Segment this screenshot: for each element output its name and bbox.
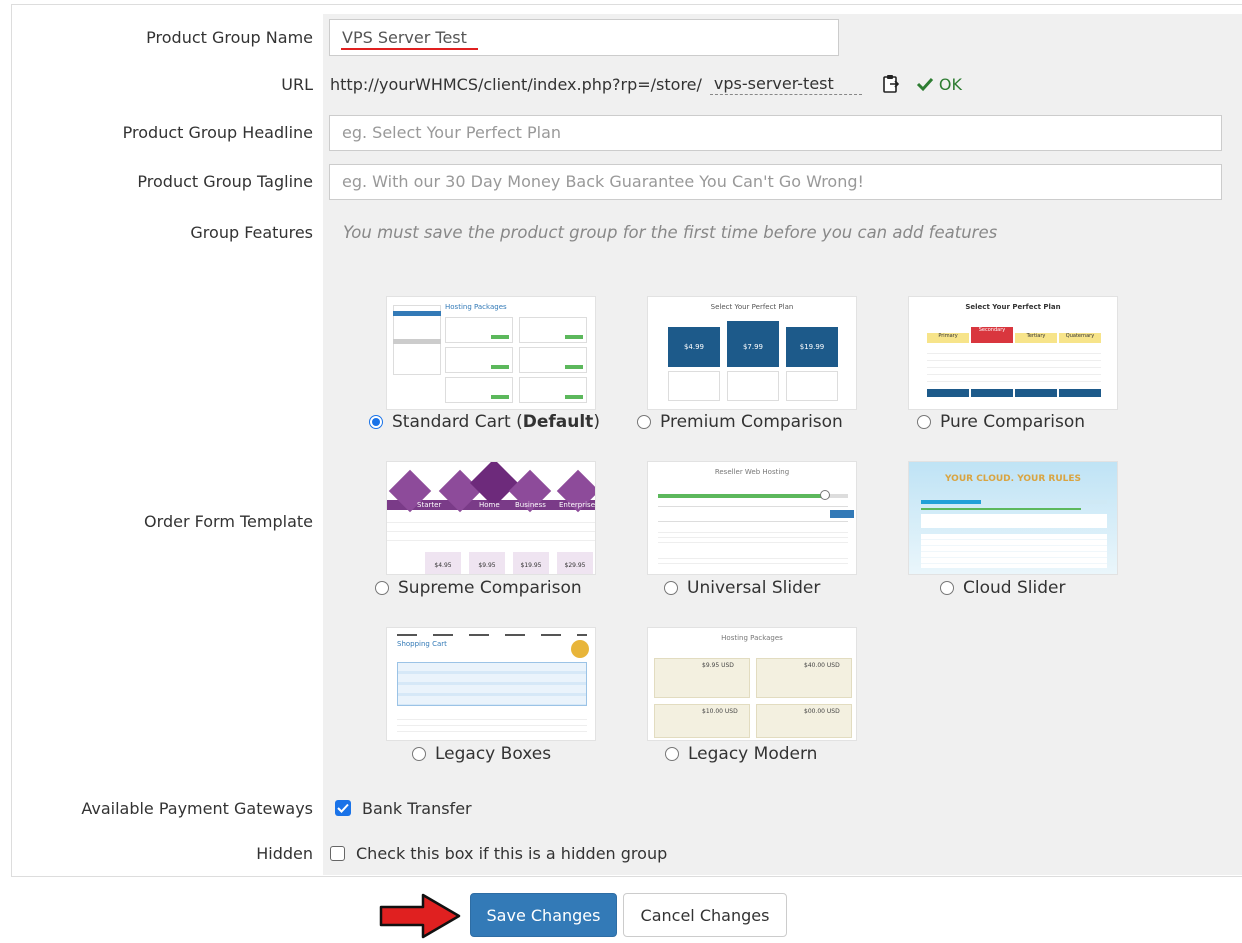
url-label: URL [12, 60, 313, 108]
thumb-standard-title: Hosting Packages [445, 303, 507, 311]
url-slug-input[interactable]: vps-server-test [709, 74, 862, 95]
thumb-supreme-price-4: $29.95 [557, 552, 593, 574]
option-suffix: ) [593, 412, 600, 432]
red-arrow-icon [379, 893, 463, 943]
url-prefix: http://yourWHMCS/client/index.php?rp=/st… [330, 74, 702, 94]
cancel-changes-button[interactable]: Cancel Changes [623, 893, 787, 937]
radio-icon[interactable] [375, 581, 389, 595]
clipboard-icon[interactable] [882, 74, 900, 94]
option-label: Cloud Slider [963, 578, 1066, 598]
group-name-value: VPS Server Test [342, 27, 467, 47]
thumb-premium-title: Select Your Perfect Plan [710, 303, 794, 311]
template-label: Order Form Template [12, 258, 313, 785]
radio-icon[interactable] [917, 415, 931, 429]
group-name-input[interactable]: VPS Server Test [329, 18, 839, 56]
radio-icon[interactable] [637, 415, 651, 429]
option-label: Premium Comparison [660, 412, 843, 432]
save-changes-button[interactable]: Save Changes [470, 893, 617, 937]
template-option-cloud-slider[interactable]: Cloud Slider [940, 578, 1065, 598]
radio-icon[interactable] [664, 581, 678, 595]
thumb-legacy-modern-price-4: $00.00 USD [804, 708, 840, 715]
thumb-pure-plan-3: Tertiary [1015, 333, 1057, 343]
template-option-legacy-modern[interactable]: Legacy Modern [665, 744, 817, 764]
template-option-supreme-comparison[interactable]: Supreme Comparison [375, 578, 582, 598]
headline-cell: eg. Select Your Perfect Plan [323, 108, 1242, 157]
thumb-pure-title: Select Your Perfect Plan [965, 303, 1061, 311]
option-default-tag: Default [522, 412, 594, 432]
template-option-pure-comparison[interactable]: Pure Comparison [917, 412, 1085, 432]
radio-icon[interactable] [412, 747, 426, 761]
template-thumb-standard-cart[interactable]: Hosting Packages [386, 296, 596, 410]
features-label: Group Features [12, 206, 313, 258]
thumb-cloud-title: YOUR CLOUD. YOUR RULES [944, 474, 1082, 484]
thumb-legacy-modern-price-3: $10.00 USD [702, 708, 738, 715]
radio-icon[interactable] [940, 581, 954, 595]
thumb-supreme-price-3: $19.95 [513, 552, 549, 574]
group-name-label: Product Group Name [12, 14, 313, 60]
tagline-placeholder: eg. With our 30 Day Money Back Guarantee… [342, 172, 864, 191]
gateways-label: Available Payment Gateways [12, 785, 313, 831]
tagline-label: Product Group Tagline [12, 157, 313, 206]
thumb-premium-price-1: $4.99 [683, 343, 705, 351]
template-option-legacy-boxes[interactable]: Legacy Boxes [412, 744, 551, 764]
template-thumb-cloud-slider[interactable]: YOUR CLOUD. YOUR RULES [908, 461, 1118, 575]
thumb-legacy-modern-price-2: $40.00 USD [804, 662, 840, 669]
checkmark-icon [916, 76, 934, 92]
gateways-cell: Bank Transfer [323, 785, 1242, 831]
hidden-checkbox[interactable] [330, 845, 345, 861]
url-status: OK [938, 74, 962, 94]
template-thumb-supreme-comparison[interactable]: Starter Home Business Enterprise $4.95 $… [386, 461, 596, 575]
template-cell: Hosting Packages Select Your Perfect Pla… [323, 258, 1242, 785]
url-cell: http://yourWHMCS/client/index.php?rp=/st… [323, 60, 1242, 108]
option-label: Standard Cart ( [392, 412, 523, 432]
headline-input[interactable]: eg. Select Your Perfect Plan [329, 114, 1222, 151]
headline-label: Product Group Headline [12, 108, 313, 157]
template-thumb-legacy-modern[interactable]: Hosting Packages $9.95 USD $40.00 USD $1… [647, 627, 857, 741]
thumb-premium-price-3: $19.99 [799, 343, 825, 351]
annotation-underline [341, 47, 478, 50]
hidden-label: Hidden [12, 831, 313, 875]
radio-selected-icon[interactable] [369, 415, 383, 429]
template-option-premium-comparison[interactable]: Premium Comparison [637, 412, 843, 432]
thumb-universal-title: Reseller Web Hosting [714, 468, 790, 476]
thumb-legacy-modern-title: Hosting Packages [721, 634, 783, 642]
hidden-cell: Check this box if this is a hidden group [323, 831, 1242, 875]
bank-transfer-label: Bank Transfer [362, 798, 472, 818]
radio-icon[interactable] [665, 747, 679, 761]
thumb-supreme-price-1: $4.95 [425, 552, 461, 574]
thumb-supreme-plan-1: Starter [417, 501, 442, 509]
thumb-supreme-plan-3: Business [515, 501, 546, 509]
template-thumb-pure-comparison[interactable]: Select Your Perfect Plan Primary Seconda… [908, 296, 1118, 410]
template-thumb-universal-slider[interactable]: Reseller Web Hosting [647, 461, 857, 575]
option-label: Pure Comparison [940, 412, 1085, 432]
template-option-standard-cart[interactable]: Standard Cart (Default) [369, 412, 600, 432]
tagline-input[interactable]: eg. With our 30 Day Money Back Guarantee… [329, 163, 1222, 200]
thumb-legacy-boxes-title: Shopping Cart [397, 640, 447, 648]
bank-transfer-checkbox[interactable] [335, 800, 351, 816]
thumb-pure-plan-4: Quaternary [1059, 333, 1101, 343]
group-name-cell: VPS Server Test [323, 14, 1242, 60]
tagline-cell: eg. With our 30 Day Money Back Guarantee… [323, 157, 1242, 206]
thumb-legacy-modern-price-1: $9.95 USD [702, 662, 734, 669]
template-option-universal-slider[interactable]: Universal Slider [664, 578, 820, 598]
headline-placeholder: eg. Select Your Perfect Plan [342, 123, 562, 142]
option-label: Legacy Modern [688, 744, 818, 764]
thumb-pure-plan-1: Primary [927, 333, 969, 343]
template-thumb-premium-comparison[interactable]: Select Your Perfect Plan $4.99 $7.99 $19… [647, 296, 857, 410]
option-label: Supreme Comparison [398, 578, 582, 598]
features-cell: You must save the product group for the … [323, 206, 1242, 258]
thumb-pure-plan-2: Secondary [971, 327, 1013, 343]
thumb-premium-price-2: $7.99 [742, 343, 764, 351]
template-thumb-legacy-boxes[interactable]: Shopping Cart [386, 627, 596, 741]
hidden-option-label: Check this box if this is a hidden group [356, 843, 668, 863]
thumb-supreme-price-2: $9.95 [469, 552, 505, 574]
thumb-supreme-plan-2: Home [479, 501, 500, 509]
thumb-supreme-plan-4: Enterprise [559, 501, 596, 509]
option-label: Universal Slider [687, 578, 821, 598]
features-note: You must save the product group for the … [343, 222, 998, 242]
option-label: Legacy Boxes [435, 744, 552, 764]
